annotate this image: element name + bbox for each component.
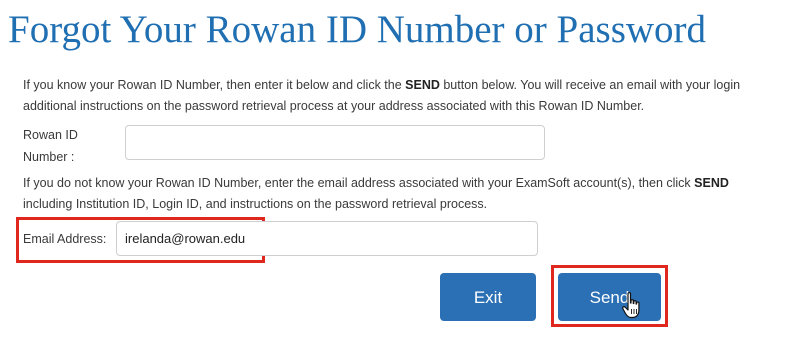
email-input[interactable]: [116, 221, 538, 256]
page-title: Forgot Your Rowan ID Number or Password: [8, 8, 707, 51]
instructions-known-line1-post: button below. You will receive an email …: [439, 78, 741, 92]
instructions-known-send-bold: SEND: [405, 78, 440, 92]
instructions-unknown-line2: including Institution ID, Login ID, and …: [23, 197, 488, 211]
instructions-known-line1-pre: If you know your Rowan ID Number, then e…: [23, 78, 406, 92]
instructions-known-id: If you know your Rowan ID Number, then e…: [23, 75, 740, 117]
rowan-id-input[interactable]: [125, 125, 545, 160]
instructions-unknown-line1-pre: If you do not know your Rowan ID Number,…: [23, 176, 695, 190]
email-label: Email Address:: [23, 232, 107, 246]
rowan-id-label: Rowan ID Number :: [23, 124, 103, 168]
exit-button[interactable]: Exit: [440, 273, 536, 321]
instructions-known-line2: additional instructions on the password …: [23, 99, 645, 113]
instructions-unknown-id: If you do not know your Rowan ID Number,…: [23, 173, 729, 215]
rowan-id-label-line2: Number :: [23, 150, 75, 164]
hand-pointer-icon: [622, 292, 640, 319]
instructions-unknown-send-bold: SEND: [694, 176, 729, 190]
send-button[interactable]: Send: [558, 273, 661, 321]
rowan-id-label-line1: Rowan ID: [23, 128, 78, 142]
